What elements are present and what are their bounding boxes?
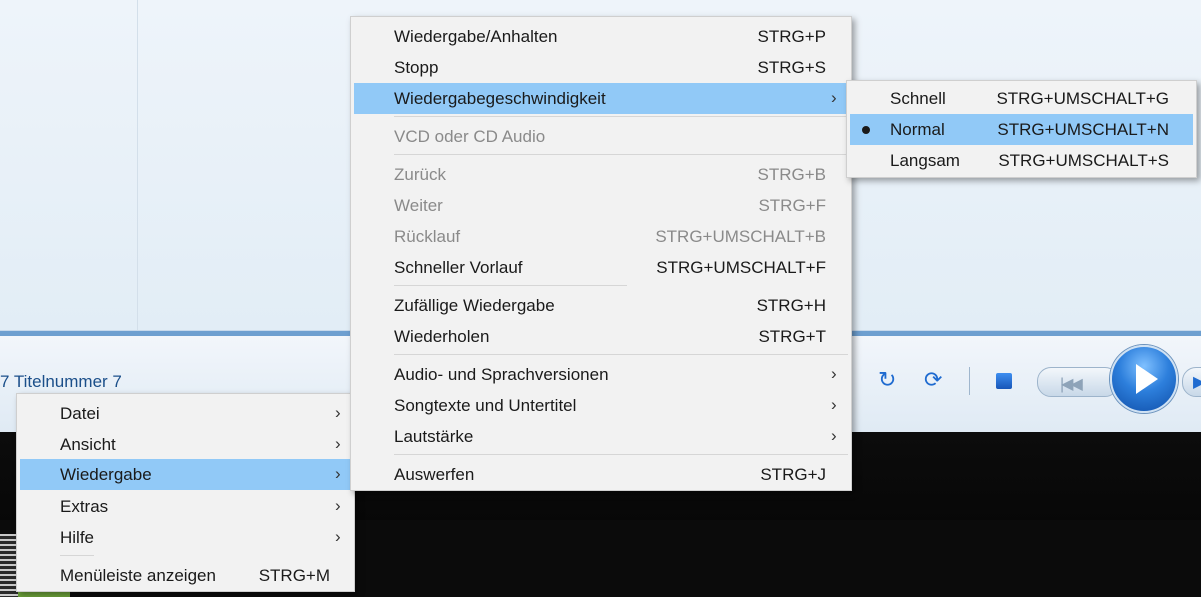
menu-item-wiederholen[interactable]: Wiederholen STRG+T	[351, 321, 851, 352]
menu-item-label: Lautstärke	[394, 427, 474, 446]
menu-item-schnell[interactable]: Schnell STRG+UMSCHALT+G	[847, 83, 1196, 114]
menu-item-shortcut: STRG+UMSCHALT+G	[996, 89, 1169, 108]
chevron-right-icon: ›	[335, 496, 341, 515]
menu-item-datei[interactable]: Datei ›	[17, 398, 354, 429]
menu-item-zurueck: Zurück STRG+B	[351, 159, 851, 190]
menu-separator	[60, 555, 94, 556]
chevron-right-icon: ›	[335, 527, 341, 546]
menu-item-audio-sprachversionen[interactable]: Audio- und Sprachversionen ›	[351, 359, 851, 390]
menu-item-ansicht[interactable]: Ansicht ›	[17, 429, 354, 460]
menu-item-label: Wiedergabe	[60, 465, 152, 484]
previous-button[interactable]: |◀◀	[1037, 367, 1119, 397]
menu-item-stopp[interactable]: Stopp STRG+S	[351, 52, 851, 83]
menu-item-wiedergabe[interactable]: Wiedergabe ›	[20, 459, 351, 490]
chevron-right-icon: ›	[831, 426, 837, 445]
chevron-right-icon: ›	[335, 464, 341, 483]
menu-item-label: Zufällige Wiedergabe	[394, 296, 555, 315]
menu-item-songtexte-untertitel[interactable]: Songtexte und Untertitel ›	[351, 390, 851, 421]
menu-item-shortcut: STRG+H	[756, 296, 826, 315]
menu-item-label: Wiedergabe/Anhalten	[394, 27, 558, 46]
play-button[interactable]	[1110, 345, 1178, 413]
menu-separator	[394, 354, 848, 355]
previous-icon: |◀◀	[1060, 376, 1083, 393]
controls-separator	[969, 367, 970, 395]
menu-item-shortcut: STRG+B	[757, 165, 827, 184]
menu-item-vcd-cd-audio: VCD oder CD Audio	[351, 121, 851, 152]
speed-submenu: Schnell STRG+UMSCHALT+G Normal STRG+UMSC…	[846, 80, 1197, 178]
menu-item-shortcut: STRG+S	[757, 58, 827, 77]
stop-button[interactable]	[996, 373, 1012, 389]
radio-selected-icon	[862, 126, 870, 134]
menu-separator	[394, 454, 848, 455]
context-menu: Datei › Ansicht › Wiedergabe › Extras › …	[16, 393, 355, 592]
menu-item-label: Wiedergabegeschwindigkeit	[394, 89, 606, 108]
menu-item-label: Zurück	[394, 165, 446, 184]
menu-item-wiedergabe-anhalten[interactable]: Wiedergabe/Anhalten STRG+P	[351, 21, 851, 52]
menu-item-zufaellige-wiedergabe[interactable]: Zufällige Wiedergabe STRG+H	[351, 290, 851, 321]
menu-item-label: Schnell	[890, 89, 946, 108]
chevron-right-icon: ›	[831, 88, 837, 107]
menu-item-extras[interactable]: Extras ›	[17, 491, 354, 522]
menu-item-shortcut: STRG+UMSCHALT+S	[998, 151, 1169, 170]
menu-item-label: Normal	[890, 120, 945, 139]
next-button[interactable]: ▶	[1182, 367, 1201, 397]
menu-item-label: Extras	[60, 497, 109, 516]
menu-separator	[394, 154, 848, 155]
now-playing-title: 7 Titelnummer 7	[0, 372, 122, 391]
menu-item-shortcut: STRG+UMSCHALT+F	[656, 258, 826, 277]
repeat-icon[interactable]: ⟳	[924, 369, 942, 391]
play-icon	[1136, 364, 1158, 394]
menu-item-label: Auswerfen	[394, 465, 475, 484]
menu-item-label: Schneller Vorlauf	[394, 258, 523, 277]
menu-item-wiedergabegeschwindigkeit[interactable]: Wiedergabegeschwindigkeit ›	[354, 83, 848, 114]
chevron-right-icon: ›	[335, 434, 341, 453]
next-icon: ▶	[1193, 374, 1201, 391]
chevron-right-icon: ›	[831, 395, 837, 414]
pane-divider	[137, 0, 138, 330]
menu-item-shortcut: STRG+T	[758, 327, 826, 346]
menu-item-label: Stopp	[394, 58, 439, 77]
menu-item-schneller-vorlauf[interactable]: Schneller Vorlauf STRG+UMSCHALT+F	[351, 252, 851, 283]
chevron-right-icon: ›	[335, 403, 341, 422]
menu-item-label: VCD oder CD Audio	[394, 127, 546, 146]
menu-item-auswerfen[interactable]: Auswerfen STRG+J	[351, 459, 851, 490]
menu-item-shortcut: STRG+M	[258, 566, 330, 585]
menu-item-label: Ansicht	[60, 435, 116, 454]
menu-item-shortcut: STRG+P	[757, 27, 827, 46]
menu-item-hilfe[interactable]: Hilfe ›	[17, 522, 354, 553]
menu-item-shortcut: STRG+UMSCHALT+B	[655, 227, 826, 246]
menu-item-label: Hilfe	[60, 528, 95, 547]
menu-separator	[394, 285, 627, 286]
menu-item-label: Audio- und Sprachversionen	[394, 365, 609, 384]
menu-item-label: Langsam	[890, 151, 960, 170]
menu-item-label: Datei	[60, 404, 100, 423]
playback-submenu: Wiedergabe/Anhalten STRG+P Stopp STRG+S …	[350, 16, 852, 491]
menu-item-label: Songtexte und Untertitel	[394, 396, 577, 415]
menu-item-menuleiste-anzeigen[interactable]: Menüleiste anzeigen STRG+M	[17, 560, 354, 591]
menu-item-label: Menüleiste anzeigen	[60, 566, 216, 585]
menu-item-shortcut: STRG+UMSCHALT+N	[997, 120, 1169, 139]
menu-item-label: Wiederholen	[394, 327, 490, 346]
menu-separator	[394, 116, 848, 117]
menu-item-ruecklauf: Rücklauf STRG+UMSCHALT+B	[351, 221, 851, 252]
menu-item-label: Weiter	[394, 196, 443, 215]
player-controls: ↻ ⟳ |◀◀ ▶	[852, 340, 1201, 430]
chevron-right-icon: ›	[831, 364, 837, 383]
menu-item-lautstaerke[interactable]: Lautstärke ›	[351, 421, 851, 452]
menu-item-label: Rücklauf	[394, 227, 461, 246]
menu-item-shortcut: STRG+J	[760, 465, 826, 484]
menu-item-langsam[interactable]: Langsam STRG+UMSCHALT+S	[847, 145, 1196, 176]
shuffle-icon[interactable]: ↻	[878, 369, 896, 391]
menu-item-shortcut: STRG+F	[758, 196, 826, 215]
menu-item-weiter: Weiter STRG+F	[351, 190, 851, 221]
menu-item-normal[interactable]: Normal STRG+UMSCHALT+N	[850, 114, 1193, 145]
